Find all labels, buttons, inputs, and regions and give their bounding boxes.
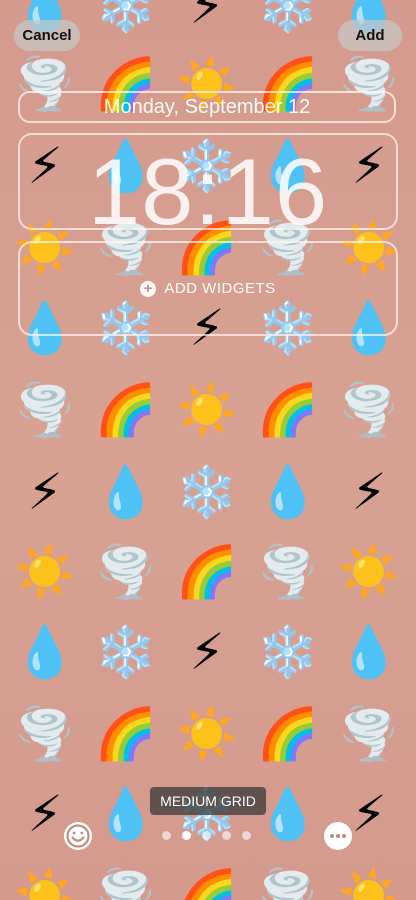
ellipsis-icon[interactable] [322,820,354,852]
widgets-frame[interactable]: + ADD WIDGETS [18,241,398,336]
page-dot[interactable] [242,831,251,840]
smiley-icon[interactable] [62,820,94,852]
rainbow-emoji: 🌈 [175,867,239,900]
add-widgets-button[interactable]: + ADD WIDGETS [140,280,275,297]
add-widgets-label: ADD WIDGETS [164,280,276,297]
tornado-emoji: 🌪️ [256,867,320,900]
snowflake-emoji: ❄️ [175,463,239,521]
tornado-emoji: 🌪️ [337,381,401,439]
tornado-emoji: 🌪️ [94,543,158,601]
snowflake-emoji: ❄️ [94,0,158,35]
sun-emoji: ☀️ [13,867,77,900]
plus-circle-icon: + [140,280,157,297]
page-indicator[interactable] [162,831,252,841]
sun-emoji: ☀️ [175,381,239,439]
sun-emoji: ☀️ [175,705,239,763]
cancel-button[interactable]: Cancel [14,20,80,51]
droplet-emoji: 💧 [13,623,77,681]
snowflake-emoji: ❄️ [94,623,158,681]
rainbow-emoji: 🌈 [256,705,320,763]
droplet-emoji: 💧 [94,785,158,843]
tornado-emoji: 🌪️ [256,543,320,601]
wallpaper-style-label: MEDIUM GRID [150,787,266,815]
page-dot[interactable] [182,831,191,840]
tornado-emoji: 🌪️ [13,381,77,439]
clock-time: 18:16 [87,139,329,244]
page-dot[interactable] [202,831,211,840]
sun-emoji: ☀️ [337,867,401,900]
droplet-emoji: 💧 [94,463,158,521]
tornado-emoji: 🌪️ [337,705,401,763]
tornado-emoji: 🌪️ [94,867,158,900]
snowflake-emoji: ❄️ [256,623,320,681]
sun-emoji: ☀️ [337,543,401,601]
droplet-emoji: 💧 [337,623,401,681]
date-label: Monday, September 12 [103,95,311,118]
lock-screen-editor: 💧 ❄️ ⚡ ❄️ 💧 🌪️ 🌈 ☀️ 🌈 🌪️ ⚡ 💧 ❄️ 💧 ⚡ ☀️ 🌪️ 🌈 🌪️ ☀️ 💧 ❄️ ⚡ ❄️ 💧 🌪️ 🌈… [0,0,416,900]
snowflake-emoji: ❄️ [256,0,320,35]
lightning-emoji: ⚡ [189,0,225,35]
add-button[interactable]: Add [338,20,402,51]
lightning-emoji: ⚡ [351,463,387,521]
droplet-emoji: 💧 [256,463,320,521]
sun-emoji: ☀️ [13,543,77,601]
page-dot[interactable] [162,831,171,840]
rainbow-emoji: 🌈 [94,705,158,763]
date-widget-frame[interactable]: Monday, September 12 [18,91,396,123]
lightning-emoji: ⚡ [27,463,63,521]
rainbow-emoji: 🌈 [175,543,239,601]
page-dot[interactable] [222,831,231,840]
rainbow-emoji: 🌈 [256,381,320,439]
tornado-emoji: 🌪️ [13,705,77,763]
rainbow-emoji: 🌈 [94,381,158,439]
lightning-emoji: ⚡ [189,623,225,681]
